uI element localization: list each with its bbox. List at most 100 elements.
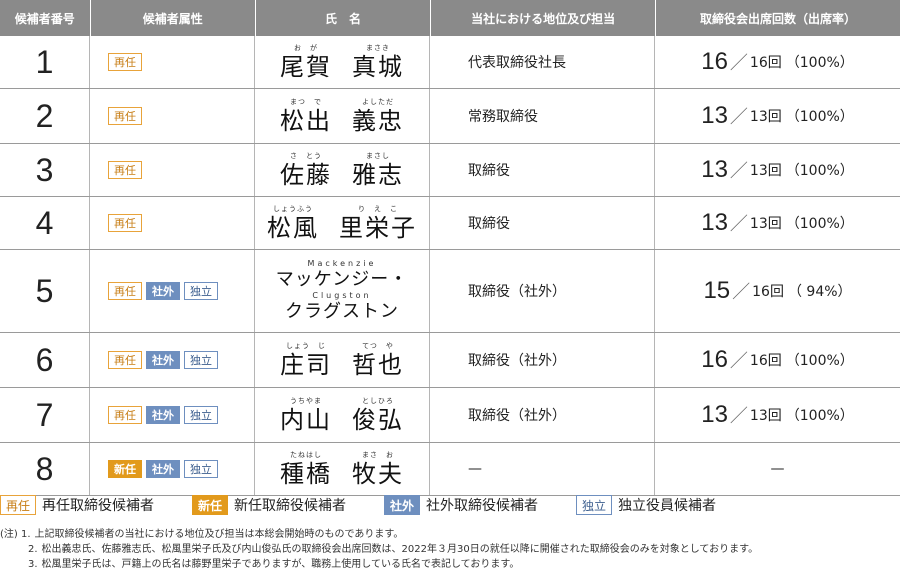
surname: 庄司 xyxy=(280,351,332,379)
independent-badge: 独立 xyxy=(184,282,218,300)
note-text: 松風里栄子氏は、戸籍上の氏名は藤野里栄子でありますが、職務上使用している氏名で表… xyxy=(41,559,520,570)
legend-badge: 新任 xyxy=(192,495,229,515)
position-cell: 取締役 xyxy=(430,144,655,196)
note-line: 3. 松風里栄子氏は、戸籍上の氏名は藤野里栄子でありますが、職務上使用している氏名… xyxy=(0,557,758,572)
reelect-badge: 再任 xyxy=(108,351,142,369)
outside-badge: 社外 xyxy=(146,460,180,478)
note-prefix: 3. xyxy=(28,559,38,570)
candidate-name: うちやま 内山 としひろ 俊弘 xyxy=(280,396,404,434)
reelect-badge: 再任 xyxy=(108,161,142,179)
surname: 松出 xyxy=(280,107,332,135)
name-cell: さ とう 佐藤 まさし 雅志 xyxy=(255,144,430,196)
legend-badge: 独立 xyxy=(576,495,613,515)
name-cell: しょうふう 松風 り え こ里栄子 xyxy=(255,197,430,249)
reelect-badge: 再任 xyxy=(108,107,142,125)
candidate-attributes: 再任 社外 独立 xyxy=(90,333,255,387)
name-cell: しょう じ庄司 てつ や哲也 xyxy=(255,333,430,387)
attendance-cell: 16 ／ 16回 （100%） xyxy=(655,36,900,88)
slash: ／ xyxy=(729,53,748,74)
candidate-number: 8 xyxy=(0,443,90,495)
name-ruby: Mackenzie xyxy=(307,259,377,268)
note-line: 2. 松出義忠氏、佐藤雅志氏、松風里栄子氏及び内山俊弘氏の取締役会出席回数は、20… xyxy=(0,542,758,557)
legend-text: 独立役員候補者 xyxy=(618,498,717,514)
header-attributes: 候補者属性 xyxy=(91,0,256,36)
legend-item: 社外 社外取締役候補者 xyxy=(384,495,538,515)
given-name-ruby: てつ や xyxy=(362,342,394,350)
given-name: 里栄子 xyxy=(339,214,417,242)
candidate-name: しょう じ庄司 てつ や哲也 xyxy=(280,341,404,379)
surname: 佐藤 xyxy=(280,161,332,189)
meeting-total: 13回 xyxy=(749,109,782,125)
attendance-count: 13 xyxy=(701,209,728,236)
legend: 再任 再任取締役候補者 新任 新任取締役候補者 社外 社外取締役候補者 独立 独立役員候補者 xyxy=(0,495,754,515)
meeting-total: 16回 xyxy=(752,284,784,300)
candidate-attributes: 新任 社外 独立 xyxy=(90,443,255,495)
attendance-cell: 13 ／ 13回 （100%） xyxy=(655,89,900,143)
attendance-count: 16 xyxy=(701,346,728,373)
position-cell: 取締役 xyxy=(430,197,655,249)
attendance-rate: （100%） xyxy=(785,408,854,424)
candidate-number: 2 xyxy=(0,89,90,143)
position-cell: 取締役（社外） xyxy=(430,333,655,387)
legend-item: 独立 独立役員候補者 xyxy=(576,495,716,515)
candidate-name: さ とう 佐藤 まさし 雅志 xyxy=(280,151,404,189)
name-cell: まつ で松出 よしただ 義忠 xyxy=(255,89,430,143)
legend-text: 再任取締役候補者 xyxy=(42,498,155,514)
attendance-rate: （100%） xyxy=(785,55,854,71)
given-name-ruby: まさ お xyxy=(362,451,394,459)
reelect-badge: 再任 xyxy=(108,406,142,424)
reelect-badge: 再任 xyxy=(108,214,142,232)
given-name-ruby: よしただ xyxy=(362,98,394,106)
table-row: 6 再任 社外 独立 しょう じ庄司 てつ や哲也 取締役（社外） 16 ／ 16回 （100%） xyxy=(0,333,900,388)
legend-item: 新任 新任取締役候補者 xyxy=(192,495,346,515)
surname: 内山 xyxy=(280,406,332,434)
given-name-ruby: り え こ xyxy=(358,205,398,213)
independent-badge: 独立 xyxy=(184,460,218,478)
table-header: 候補者番号 候補者属性 氏 名 当社における地位及び担当 取締役会出席回数（出席… xyxy=(0,0,900,36)
note-prefix: (注) 1. xyxy=(0,529,31,540)
position-cell: 代表取締役社長 xyxy=(430,36,655,88)
reelect-badge: 再任 xyxy=(108,282,142,300)
surname-ruby: まつ で xyxy=(290,98,322,106)
meeting-total: 13回 xyxy=(749,163,782,179)
candidate-attributes: 再任 社外 独立 xyxy=(90,388,255,442)
slash: ／ xyxy=(729,351,748,372)
candidate-table: 候補者番号 候補者属性 氏 名 当社における地位及び担当 取締役会出席回数（出席… xyxy=(0,0,900,496)
legend-badge: 社外 xyxy=(384,495,421,515)
candidate-attributes: 再任 xyxy=(90,197,255,249)
candidate-name: しょうふう 松風 り え こ里栄子 xyxy=(267,204,417,242)
name-cell: Mackenzie マッケンジー・ Clugston クラグストン xyxy=(255,250,430,332)
table-row: 3 再任さ とう 佐藤 まさし 雅志 取締役 13 ／ 13回 （100%） xyxy=(0,144,900,197)
position-cell: 常務取締役 xyxy=(430,89,655,143)
candidate-name: たねはし 種橋 まさ お牧夫 xyxy=(280,450,404,488)
attendance-rate: （ 94%） xyxy=(787,284,852,300)
candidate-number: 7 xyxy=(0,388,90,442)
attendance-cell: 13 ／ 13回 （100%） xyxy=(655,197,900,249)
note-prefix: 2. xyxy=(28,544,38,555)
position-cell: 取締役（社外） xyxy=(430,388,655,442)
candidate-number: 6 xyxy=(0,333,90,387)
name-cell: うちやま 内山 としひろ 俊弘 xyxy=(255,388,430,442)
table-row: 7 再任 社外 独立 うちやま 内山 としひろ 俊弘 取締役（社外） 13 ／ 13回 （100%） xyxy=(0,388,900,443)
given-name-ruby: まさし xyxy=(366,152,390,160)
given-name-ruby: としひろ xyxy=(362,397,394,405)
attendance-cell: 13 ／ 13回 （100%） xyxy=(655,144,900,196)
given-name: 雅志 xyxy=(352,161,404,189)
attendance-rate: （100%） xyxy=(785,163,854,179)
surname: 松風 xyxy=(267,214,319,242)
reelect-badge: 再任 xyxy=(108,53,142,71)
new-badge: 新任 xyxy=(108,460,142,478)
meeting-total: 16回 xyxy=(749,55,782,71)
attendance-count: 16 xyxy=(701,48,728,75)
name-cell: たねはし 種橋 まさ お牧夫 xyxy=(255,443,430,495)
table-row: 8 新任 社外 独立 たねはし 種橋 まさ お牧夫 — — xyxy=(0,443,900,496)
candidate-number: 5 xyxy=(0,250,90,332)
attendance-rate: （100%） xyxy=(785,109,854,125)
candidate-name: まつ で松出 よしただ 義忠 xyxy=(280,97,404,135)
legend-text: 社外取締役候補者 xyxy=(426,498,539,514)
name-part: クラグストン xyxy=(285,301,399,322)
outside-badge: 社外 xyxy=(146,282,180,300)
header-attendance: 取締役会出席回数（出席率） xyxy=(700,11,857,26)
notes: (注) 1. 上記取締役候補者の当社における地位及び担当は本総会開始時のものであり… xyxy=(0,527,758,572)
given-name: 俊弘 xyxy=(352,406,404,434)
